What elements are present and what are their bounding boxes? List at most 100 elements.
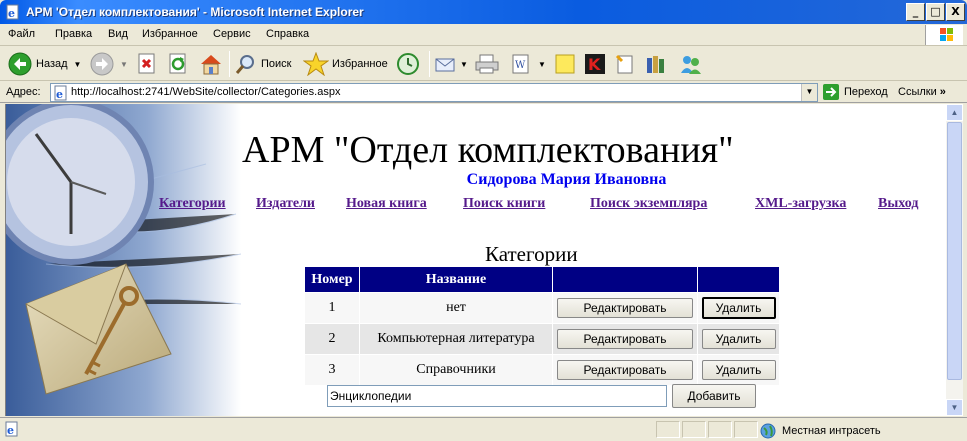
scroll-down-icon[interactable]: ▼ bbox=[946, 399, 963, 416]
scroll-up-icon[interactable]: ▲ bbox=[946, 104, 963, 121]
status-cell bbox=[656, 421, 680, 438]
edit-button[interactable]: Редактировать bbox=[557, 298, 693, 318]
decorative-banner-image bbox=[6, 104, 241, 416]
menu-favorites[interactable]: Избранное bbox=[142, 28, 198, 40]
ie-page-icon: e bbox=[6, 4, 19, 20]
edit-document-button[interactable]: W ▼ bbox=[510, 52, 546, 76]
nav-link-find-copy[interactable]: Поиск экземпляра bbox=[590, 196, 707, 212]
nav-link-find-book[interactable]: Поиск книги bbox=[463, 196, 545, 212]
menu-help[interactable]: Справка bbox=[266, 28, 309, 40]
nav-link-xml-upload[interactable]: XML-загрузка bbox=[755, 196, 846, 212]
edit-button[interactable]: Редактировать bbox=[557, 360, 693, 380]
messenger-icon bbox=[681, 56, 701, 74]
search-label: Поиск bbox=[261, 58, 292, 70]
links-button[interactable]: Ссылки » bbox=[898, 86, 946, 98]
back-button[interactable]: Назад ▼ bbox=[8, 52, 81, 76]
nav-link-new-book[interactable]: Новая книга bbox=[346, 196, 427, 212]
address-input[interactable]: e http://localhost:2741/WebSite/collecto… bbox=[50, 83, 818, 102]
status-bar: e Местная интрасеть bbox=[0, 417, 967, 441]
status-cell bbox=[708, 421, 732, 438]
home-button[interactable] bbox=[199, 52, 223, 76]
svg-text:e: e bbox=[56, 88, 63, 101]
section-title: Категории bbox=[485, 242, 578, 266]
books-button[interactable] bbox=[645, 52, 669, 76]
nav-link-categories[interactable]: Категории bbox=[159, 196, 226, 212]
scroll-thumb[interactable] bbox=[947, 122, 962, 380]
forward-button[interactable]: ▼ bbox=[90, 52, 128, 76]
word-document-icon: W bbox=[512, 54, 529, 74]
stop-button[interactable] bbox=[137, 52, 157, 76]
vertical-scrollbar[interactable]: ▲ ▼ bbox=[946, 104, 963, 416]
forward-dropdown-icon[interactable]: ▼ bbox=[120, 60, 128, 69]
cell-number: 3 bbox=[304, 354, 360, 386]
search-button[interactable]: Поиск bbox=[234, 52, 291, 76]
back-label: Назад bbox=[36, 58, 68, 70]
add-category-button[interactable]: Добавить bbox=[672, 384, 756, 408]
printer-icon bbox=[475, 54, 499, 74]
search-icon bbox=[235, 55, 254, 74]
security-zone-label: Местная интрасеть bbox=[782, 425, 881, 437]
column-header-edit bbox=[552, 266, 698, 293]
page-heading: АРМ "Отдел комплектования" bbox=[242, 129, 734, 171]
cell-name: Компьютерная литература bbox=[359, 323, 553, 355]
maximize-button[interactable]: □ bbox=[926, 3, 945, 21]
nav-link-logout[interactable]: Выход bbox=[878, 196, 918, 212]
go-label: Переход bbox=[844, 86, 888, 98]
column-header-number: Номер bbox=[304, 266, 360, 293]
mail-button[interactable]: ▼ bbox=[434, 52, 468, 76]
cell-name: Справочники bbox=[359, 354, 553, 386]
column-header-name: Название bbox=[359, 266, 553, 293]
mail-dropdown-icon[interactable]: ▼ bbox=[460, 60, 468, 69]
delete-button[interactable]: Удалить bbox=[701, 329, 776, 349]
go-arrow-icon bbox=[823, 84, 839, 100]
kaspersky-button[interactable]: K bbox=[584, 52, 606, 76]
svg-text:e: e bbox=[7, 424, 14, 437]
print-button[interactable] bbox=[474, 52, 500, 76]
menu-file[interactable]: Файл bbox=[8, 28, 35, 40]
notes-button[interactable] bbox=[554, 52, 576, 76]
minimize-button[interactable]: _ bbox=[906, 3, 925, 21]
delete-button[interactable]: Удалить bbox=[701, 360, 776, 380]
delete-button[interactable]: Удалить bbox=[701, 297, 776, 319]
menu-tools[interactable]: Сервис bbox=[213, 28, 251, 40]
nav-link-publishers[interactable]: Издатели bbox=[256, 196, 315, 212]
page-content: АРМ "Отдел комплектования" Сидорова Мари… bbox=[5, 104, 946, 416]
svg-text:W: W bbox=[515, 60, 526, 71]
home-icon bbox=[201, 55, 221, 75]
research-button[interactable] bbox=[614, 52, 636, 76]
history-button[interactable] bbox=[396, 52, 420, 76]
favorites-label: Избранное bbox=[332, 58, 388, 70]
kaspersky-icon: K bbox=[585, 54, 605, 74]
new-category-input[interactable] bbox=[327, 385, 667, 407]
research-icon bbox=[615, 54, 633, 74]
cell-number: 2 bbox=[304, 323, 360, 355]
stop-icon bbox=[138, 53, 155, 74]
back-arrow-icon bbox=[8, 52, 32, 76]
toolbar: Назад ▼ ▼ Поиск Избранное ▼ W ▼ K bbox=[0, 47, 967, 81]
page-icon: e bbox=[54, 85, 67, 101]
close-button[interactable]: X bbox=[946, 3, 965, 21]
address-url: http://localhost:2741/WebSite/collector/… bbox=[71, 86, 341, 98]
page-status-icon: e bbox=[5, 421, 18, 437]
history-clock-icon bbox=[397, 53, 419, 75]
star-icon bbox=[303, 52, 329, 76]
books-icon bbox=[647, 56, 664, 73]
menu-edit[interactable]: Правка bbox=[55, 28, 92, 40]
edit-dropdown-icon[interactable]: ▼ bbox=[538, 60, 546, 69]
svg-text:e: e bbox=[8, 7, 15, 20]
edit-button[interactable]: Редактировать bbox=[557, 329, 693, 349]
menu-bar: Файл Правка Вид Избранное Сервис Справка bbox=[0, 24, 967, 46]
table-row: 2 Компьютерная литература Редактировать … bbox=[304, 323, 780, 355]
back-dropdown-icon[interactable]: ▼ bbox=[74, 60, 82, 69]
mail-icon bbox=[435, 58, 455, 72]
refresh-button[interactable] bbox=[168, 52, 188, 76]
favorites-button[interactable]: Избранное bbox=[303, 52, 388, 76]
menu-view[interactable]: Вид bbox=[108, 28, 128, 40]
current-user-name: Сидорова Мария Ивановна bbox=[466, 171, 667, 188]
window-titlebar: e АРМ 'Отдел комплектования' - Microsoft… bbox=[0, 0, 967, 24]
messenger-button[interactable] bbox=[679, 52, 703, 76]
address-dropdown-icon[interactable]: ▼ bbox=[801, 84, 817, 101]
svg-text:K: K bbox=[588, 55, 601, 74]
go-button[interactable]: Переход bbox=[822, 83, 888, 101]
links-label: Ссылки bbox=[898, 86, 937, 98]
